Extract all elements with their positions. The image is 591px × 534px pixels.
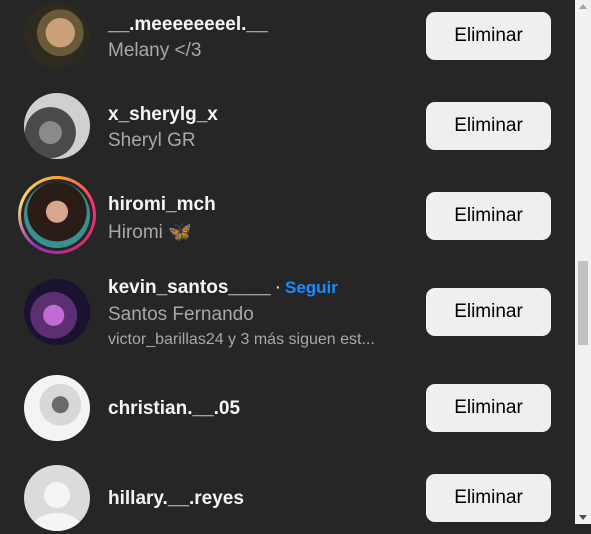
avatar[interactable] (24, 93, 90, 159)
list-item: x_sherylg_x Sheryl GR Eliminar (0, 90, 575, 162)
full-name: Hiromi 🦋 (108, 222, 192, 243)
avatar (24, 182, 90, 248)
remove-button[interactable]: Eliminar (426, 288, 551, 336)
scrollbar[interactable] (575, 0, 591, 524)
list-item: christian.__.05 Eliminar (0, 372, 575, 444)
username[interactable]: christian.__.05 (108, 398, 240, 420)
separator-dot: · (274, 277, 281, 298)
remove-button[interactable]: Eliminar (426, 192, 551, 240)
username[interactable]: x_sherylg_x (108, 104, 218, 126)
follow-link[interactable]: Seguir (285, 278, 338, 297)
username[interactable]: hillary.__.reyes (108, 488, 244, 510)
full-name: Melany </3 (108, 40, 202, 61)
scrollbar-thumb[interactable] (578, 261, 588, 345)
username[interactable]: hiromi_mch (108, 194, 216, 216)
username[interactable]: __.meeeeeeeel.__ (108, 14, 268, 36)
remove-button[interactable]: Eliminar (426, 474, 551, 522)
list-item: __.meeeeeeeel.__ Melany </3 Eliminar (0, 0, 575, 72)
remove-button[interactable]: Eliminar (426, 384, 551, 432)
scroll-down-arrow-icon[interactable] (579, 515, 587, 520)
list-item: hiromi_mch Hiromi 🦋 Eliminar (0, 176, 575, 256)
default-avatar-icon (33, 482, 81, 531)
username[interactable]: kevin_santos____ (108, 277, 271, 298)
followers-list: __.meeeeeeeel.__ Melany </3 Eliminar x_s… (0, 0, 575, 531)
avatar[interactable] (24, 465, 90, 531)
avatar[interactable] (24, 279, 90, 345)
avatar[interactable] (24, 3, 90, 69)
list-item: kevin_santos____ · Seguir Santos Fernando … (0, 272, 575, 356)
full-name: Sheryl GR (108, 130, 196, 151)
avatar[interactable] (24, 375, 90, 441)
list-item: hillary.__.reyes Eliminar (0, 462, 575, 534)
avatar-story-ring[interactable] (18, 176, 96, 254)
full-name: Santos Fernando (108, 304, 254, 325)
remove-button[interactable]: Eliminar (426, 102, 551, 150)
mutual-followers-text: victor_barillas24 y 3 más siguen est... (108, 331, 375, 348)
username-row: kevin_santos____ · Seguir (108, 277, 338, 299)
remove-button[interactable]: Eliminar (426, 12, 551, 60)
scroll-up-arrow-icon[interactable] (579, 4, 587, 9)
